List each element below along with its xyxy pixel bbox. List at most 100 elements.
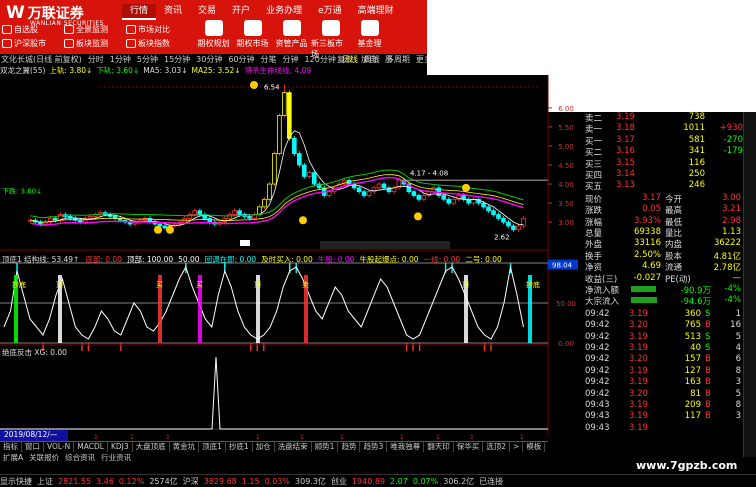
bottom-tab[interactable]: 扩展A: [0, 452, 26, 463]
ind1-value: 底部: 0.00: [85, 255, 122, 264]
indicator-tab[interactable]: 翻天印: [424, 442, 454, 452]
tick-count: 16: [730, 320, 741, 331]
bid-label: 买二: [585, 148, 603, 159]
side-scrollbar[interactable]: [743, 112, 756, 457]
nav-item[interactable]: e万通: [310, 4, 350, 20]
ma-value: 下轨: 3.60↓: [96, 66, 140, 75]
candle-body: [381, 183, 387, 189]
flow-bar: [631, 286, 656, 292]
tool-icon: [64, 39, 74, 48]
quote-row: 买二 3.16 341 -179: [583, 146, 743, 159]
nav-item[interactable]: 业务办理: [258, 4, 310, 20]
tile-label: 期权规划: [197, 39, 230, 48]
nav-item[interactable]: 开户: [224, 4, 258, 20]
tick-count: 5: [735, 388, 741, 399]
brand-logo: W 万联证券 WANLIAN SECURITIES: [6, 3, 104, 27]
bottom-tab[interactable]: 行业资讯: [98, 452, 134, 463]
indicator-tab[interactable]: >: [510, 442, 524, 452]
indicator-tabs: 指标 窗口 VOL-N MACDL KDJ3 大盘顶底 黄金坑 顶底1 抄底1 加仓 洗盘结束 顺势1…: [0, 441, 548, 452]
nav-item[interactable]: 高端理财: [350, 4, 402, 20]
indicator-tab[interactable]: 抄底1: [226, 442, 253, 452]
ind1-title: 顶底1 结构线: 53.49↑: [2, 255, 80, 264]
indicator-tab[interactable]: 加仓: [253, 442, 275, 452]
bottom-tab[interactable]: 关联报价: [26, 452, 62, 463]
toolbar-link[interactable]: 市场对比: [126, 24, 188, 35]
chart-area: 6.00 5.50 5.00 4.50 4.00 3.50 3.00 6.54 4.17 - 4…: [0, 75, 578, 441]
indicator-tab[interactable]: 选顶2: [483, 442, 511, 452]
indicator-tab[interactable]: 日线: [545, 442, 548, 452]
toolbar-link-label: 全景监测: [76, 25, 108, 34]
tick-time: 09:43: [585, 400, 610, 410]
toolbar-link[interactable]: 板块指数: [126, 38, 188, 49]
period-tab[interactable]: 5分钟: [137, 54, 158, 65]
tick-count: 6: [735, 354, 741, 365]
bid-vol: 581: [688, 134, 705, 145]
indicator-tab[interactable]: 模板: [523, 442, 546, 452]
nav-item[interactable]: 交易: [190, 4, 224, 20]
indicator-tab[interactable]: KDJ3: [108, 442, 133, 452]
y-axis-label: 4.00: [558, 181, 574, 189]
toolbar-link[interactable]: 板块监测: [64, 38, 126, 49]
tick-price: 3.20: [629, 354, 648, 365]
period-tab[interactable]: 文化长城(日线 前复权): [1, 54, 82, 65]
period-tool[interactable]: 复权: [337, 54, 353, 65]
status-item: 已连接: [479, 476, 504, 486]
quote-row: 09:42 3.19 127 B 8: [583, 366, 743, 377]
indicator-tab[interactable]: 唯我独尊: [387, 442, 425, 452]
toolbar-link[interactable]: 自选股: [2, 24, 64, 35]
indicator-tab[interactable]: 趋势: [338, 442, 361, 452]
stat-label: 现价: [585, 194, 603, 205]
period-tool[interactable]: 历: [385, 54, 393, 65]
candle-body: [446, 198, 452, 204]
candle-body: [431, 187, 437, 193]
period-tab[interactable]: 分笔: [261, 54, 277, 65]
tick-time: 09:42: [585, 365, 610, 376]
stat-value: 36222: [713, 238, 741, 249]
indicator-tab[interactable]: 顶底1: [199, 442, 226, 452]
toolbar-link[interactable]: 沪深股市: [2, 38, 64, 49]
tick-count: 4: [735, 343, 741, 353]
period-tab[interactable]: 60分钟: [228, 54, 254, 65]
quote-row: 09:43 3.19: [583, 423, 743, 434]
bid-price: 3.13: [616, 180, 635, 191]
quote-panel: 卖二 3.19 738 卖一 3.18 1011 +930 买一 3.17 581 -270 买二 3.…: [583, 112, 743, 457]
indicator-tab[interactable]: 保华买: [454, 442, 484, 452]
bid-price: 3.17: [616, 134, 635, 145]
tile-icon: [321, 20, 340, 36]
period-tab[interactable]: 分钟: [283, 54, 299, 65]
ind1-axis-label: 50.00: [556, 300, 576, 308]
bottom-tab[interactable]: 综合资讯: [62, 452, 98, 463]
indicator-tab[interactable]: 趋势3: [360, 442, 388, 452]
ma-value: 双龙之翼(55): [0, 66, 46, 75]
toolbar-link[interactable]: 全景监测: [64, 24, 126, 35]
candle-body: [282, 92, 287, 116]
indicator-tab[interactable]: MACDL: [74, 442, 108, 452]
indicator-tab[interactable]: 大盘顶底: [133, 442, 170, 452]
candle-body: [197, 210, 203, 215]
period-tab[interactable]: 15分钟: [164, 54, 190, 65]
indicator-tab[interactable]: VOL-N: [44, 442, 75, 452]
nav-item[interactable]: 行情: [122, 4, 157, 20]
status-item: 沪深: [182, 476, 199, 486]
quote-row: 收益(三) -0.027 PE(动) —: [583, 273, 743, 285]
indicator-tab[interactable]: 黄金坑: [170, 442, 200, 452]
indicator-tab[interactable]: 顺势1: [312, 442, 339, 452]
trading-app: { "brand":{"logo":"万联证券","sub":"WANLIAN …: [0, 0, 756, 487]
indicator-tab[interactable]: 指标: [0, 442, 22, 452]
indicator-tab[interactable]: 洗盘结束: [275, 442, 312, 452]
candle-body: [491, 210, 496, 215]
stat-label: PE(动): [665, 274, 691, 285]
period-tab[interactable]: 更多: [416, 54, 427, 65]
period-tab[interactable]: 1分钟: [110, 54, 131, 65]
period-tab[interactable]: 120分钟: [305, 54, 336, 65]
period-tool[interactable]: 加自: [361, 54, 377, 65]
indicator-tab[interactable]: 窗口: [22, 442, 44, 452]
nav-item[interactable]: 资讯: [156, 4, 190, 20]
period-tab[interactable]: 30分钟: [196, 54, 222, 65]
period-tab[interactable]: 分时: [88, 54, 104, 65]
status-item: 309.3亿: [295, 476, 326, 486]
tick-vol: 117: [684, 411, 701, 422]
tile-label: 基金理: [357, 39, 382, 48]
tick-time: 09:42: [585, 354, 610, 365]
ma-value: 博杀生命线线: 4.09: [244, 66, 312, 75]
